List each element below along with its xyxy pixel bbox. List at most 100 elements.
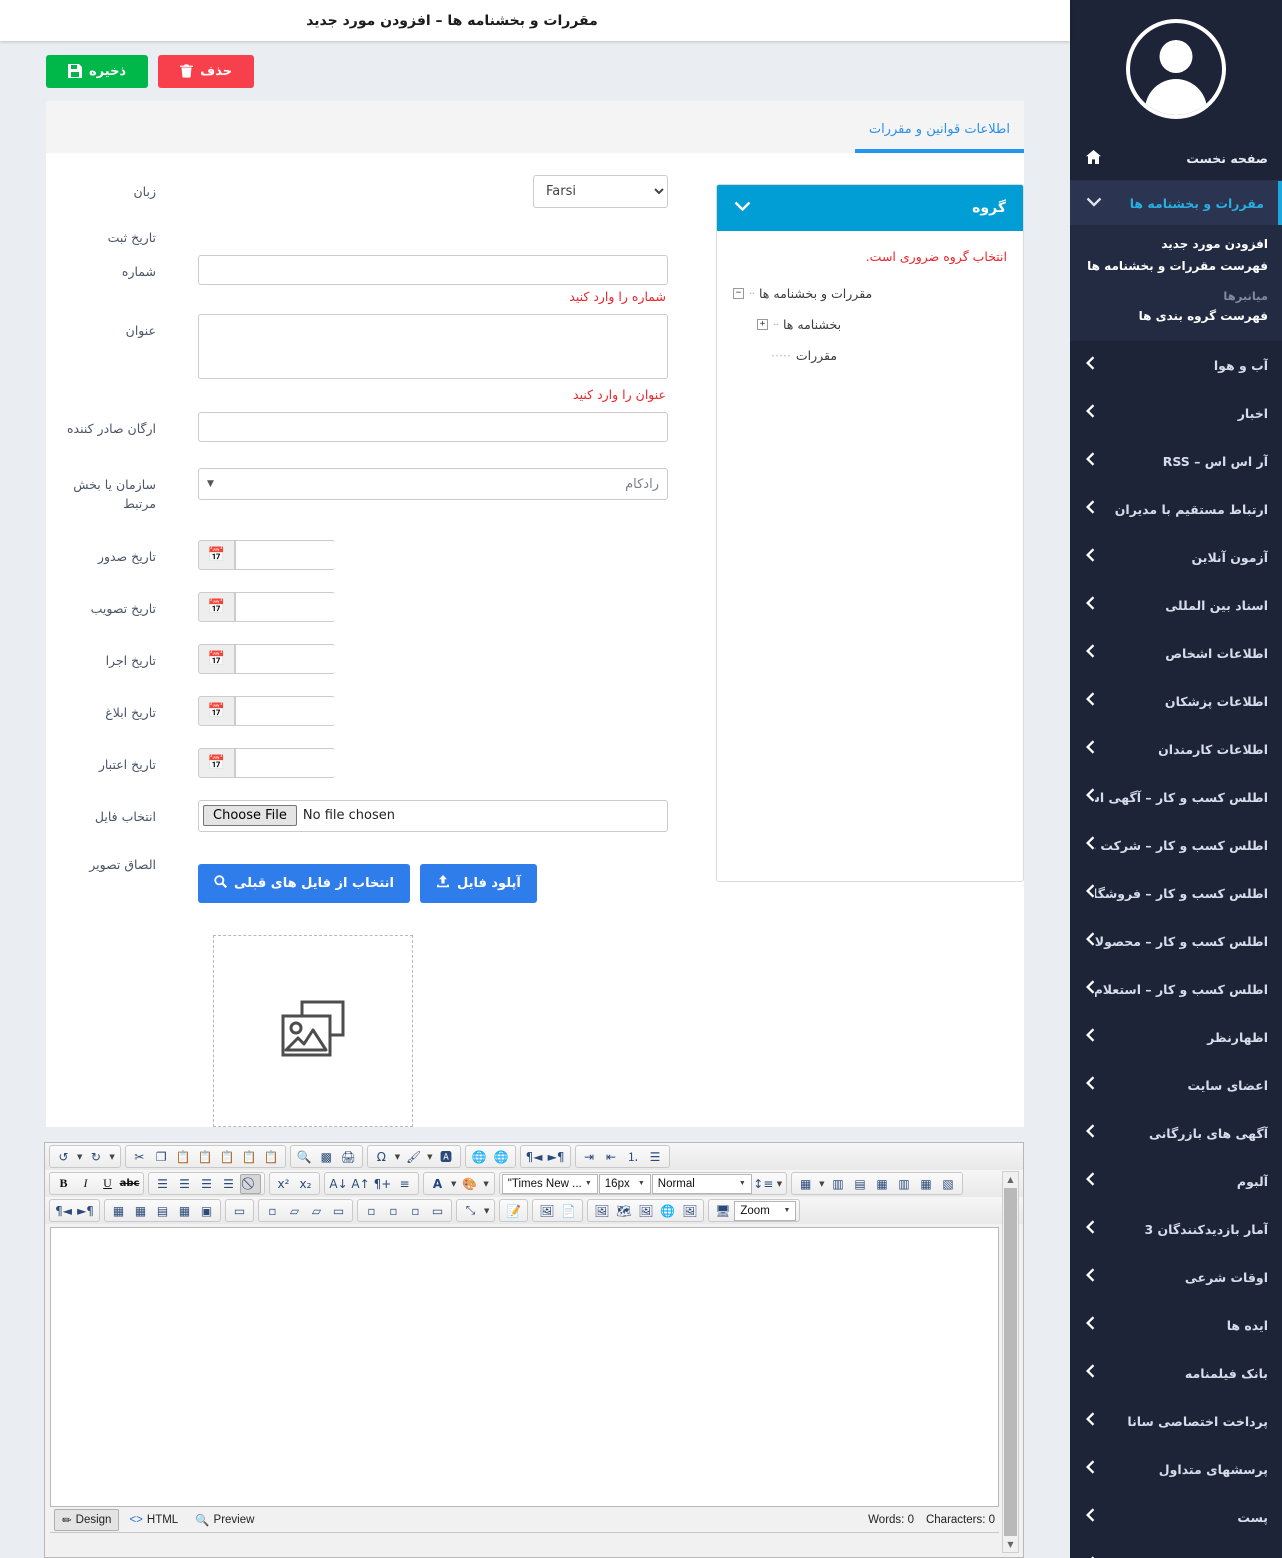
cut-icon[interactable]: ✂: [129, 1147, 150, 1167]
increase-indent-icon[interactable]: ⇥: [579, 1147, 600, 1167]
approve-date-input[interactable]: [235, 591, 335, 622]
paragraph-rtl-icon[interactable]: ¶◄: [53, 1201, 74, 1221]
paste-icon[interactable]: 📋: [173, 1147, 194, 1167]
number-input[interactable]: [198, 255, 668, 285]
tree-node[interactable]: مقررات ·····: [733, 348, 1007, 363]
upload-file-button[interactable]: آپلود فایل: [419, 863, 537, 903]
delete-table-icon[interactable]: ▱: [284, 1201, 305, 1221]
calendar-icon[interactable]: 📅: [198, 539, 235, 570]
sidebar-item-12[interactable]: اطلس کسب و کار – محصولات: [1070, 917, 1282, 965]
calendar-icon[interactable]: 📅: [198, 747, 235, 778]
calendar-icon[interactable]: 📅: [198, 695, 235, 726]
sidebar-item-17[interactable]: آلبوم: [1070, 1157, 1282, 1205]
underline-icon[interactable]: U: [97, 1174, 118, 1194]
scroll-down-icon[interactable]: ▼: [1003, 1537, 1018, 1552]
sidebar-item-4[interactable]: آزمون آنلاین: [1070, 533, 1282, 581]
ltr-direction-icon[interactable]: ►¶: [546, 1147, 567, 1167]
paste-from-word-icon[interactable]: 📋: [195, 1147, 216, 1167]
redo-dropdown-icon[interactable]: ▼: [107, 1153, 116, 1161]
sidebar-item-7[interactable]: اطلاعات پزشکان: [1070, 677, 1282, 725]
insert-flash-icon[interactable]: 🌐: [657, 1201, 678, 1221]
validity-date-input[interactable]: [235, 747, 335, 778]
sidebar-item-25[interactable]: پیام داخلی: [1070, 1541, 1282, 1558]
image-editor-icon[interactable]: 🖼: [635, 1201, 656, 1221]
sidebar-item-22[interactable]: پرداخت اختصاصی سانا: [1070, 1397, 1282, 1445]
pick-previous-files-button[interactable]: انتخاب از فایل های قبلی: [198, 863, 410, 903]
justify-icon[interactable]: ☰: [218, 1174, 239, 1194]
paragraph-mark-icon[interactable]: ¶+: [372, 1174, 393, 1194]
table-header-row-icon[interactable]: ▦: [108, 1201, 129, 1221]
insert-cell-icon[interactable]: ▫: [361, 1201, 382, 1221]
chevron-down-icon[interactable]: [734, 200, 751, 216]
editor-content-area[interactable]: [50, 1227, 999, 1507]
insert-media-icon[interactable]: 🖼: [679, 1201, 700, 1221]
issuer-input[interactable]: [198, 412, 668, 442]
insert-column-right-icon[interactable]: ▦: [916, 1174, 937, 1194]
sidebar-item-18[interactable]: آمار بازدیدکنندگان 3: [1070, 1205, 1282, 1253]
scroll-up-icon[interactable]: ▲: [1003, 1172, 1018, 1187]
table-grid-icon[interactable]: ▦: [130, 1201, 151, 1221]
delete-column-icon[interactable]: ▧: [938, 1174, 959, 1194]
delete-button[interactable]: حذف: [158, 54, 255, 88]
edit-document-icon[interactable]: 📝: [503, 1201, 524, 1221]
tab-preview[interactable]: 🔍 Preview: [188, 1510, 261, 1530]
bulleted-list-icon[interactable]: ☰: [645, 1147, 666, 1167]
exec-date-input[interactable]: [235, 643, 335, 674]
undo-dropdown-icon[interactable]: ▼: [75, 1153, 84, 1161]
paste-word-clean-icon[interactable]: 📋: [217, 1147, 238, 1167]
background-color-icon[interactable]: 🎨: [459, 1174, 480, 1194]
align-center-icon[interactable]: ☰: [174, 1174, 195, 1194]
sidebar-item-14[interactable]: اظهارنظر: [1070, 1013, 1282, 1061]
insert-row-below-icon[interactable]: ▤: [850, 1174, 871, 1194]
resize-dropdown-icon[interactable]: ▼: [482, 1207, 491, 1215]
superscript-icon[interactable]: x²: [273, 1174, 294, 1194]
text-color-dropdown-icon[interactable]: ▼: [449, 1180, 458, 1188]
align-left-icon[interactable]: ☰: [152, 1174, 173, 1194]
language-select[interactable]: Farsi: [533, 175, 668, 208]
sidebar-item-20[interactable]: ایده ها: [1070, 1301, 1282, 1349]
zoom-icon[interactable]: 🖥: [712, 1201, 733, 1221]
table-borders-icon[interactable]: ▦: [174, 1201, 195, 1221]
subscript-icon[interactable]: x₂: [295, 1174, 316, 1194]
insert-row-above-icon[interactable]: ▥: [828, 1174, 849, 1194]
tree-toggle-icon[interactable]: +: [757, 319, 768, 330]
issue-date-input[interactable]: [235, 539, 335, 570]
image-map-icon[interactable]: 🗺: [613, 1201, 634, 1221]
calendar-icon[interactable]: 📅: [198, 643, 235, 674]
symbol-dropdown-icon[interactable]: ▼: [393, 1153, 402, 1161]
sidebar-item-23[interactable]: پرسشهای متداول: [1070, 1445, 1282, 1493]
sidebar-item-13[interactable]: اطلس کسب و کار – استعلام قیمت: [1070, 965, 1282, 1013]
save-button[interactable]: ذخیره: [46, 54, 149, 88]
paste-text-icon[interactable]: 📋: [239, 1147, 260, 1167]
zoom-select[interactable]: Zoom ▼: [734, 1200, 797, 1221]
bg-color-dropdown-icon[interactable]: ▼: [481, 1180, 490, 1188]
paragraph-ltr-icon[interactable]: ►¶: [75, 1201, 96, 1221]
resize-icon[interactable]: ⤡: [460, 1201, 481, 1221]
decrease-font-icon[interactable]: A↓: [328, 1174, 349, 1194]
org-section-select[interactable]: رادکام ▼: [198, 468, 668, 500]
page-break-icon[interactable]: ▭: [229, 1201, 250, 1221]
submenu-item-add-new[interactable]: افزودن مورد جدید: [1084, 233, 1268, 255]
special-character-icon[interactable]: Ω: [371, 1147, 392, 1167]
sidebar-item-11[interactable]: اطلس کسب و کار – فروشگاه: [1070, 869, 1282, 917]
sidebar-item-19[interactable]: اوقات شرعی: [1070, 1253, 1282, 1301]
scrollbar-thumb[interactable]: [1004, 1188, 1017, 1536]
sidebar-item-15[interactable]: اعضای سایت: [1070, 1061, 1282, 1109]
copy-icon[interactable]: ❐: [151, 1147, 172, 1167]
sidebar-item-8[interactable]: اطلاعات کارمندان: [1070, 725, 1282, 773]
sidebar-item-6[interactable]: اطلاعات اشخاص: [1070, 629, 1282, 677]
font-size-select[interactable]: 16px ▼: [598, 1173, 651, 1194]
table-properties-icon[interactable]: ▣: [196, 1201, 217, 1221]
strikethrough-icon[interactable]: abc: [119, 1174, 140, 1194]
title-textarea[interactable]: [198, 314, 668, 379]
choose-file-button[interactable]: Choose File: [203, 805, 297, 827]
remove-link-icon[interactable]: 🌐: [491, 1147, 512, 1167]
delete-cell-icon[interactable]: ▫: [262, 1201, 283, 1221]
numbered-list-icon[interactable]: ⒈: [623, 1147, 644, 1167]
tree-toggle-icon[interactable]: −: [733, 288, 744, 299]
editor-scrollbar[interactable]: ▲ ▼: [1002, 1171, 1019, 1553]
insert-cell-right-icon[interactable]: ▫: [383, 1201, 404, 1221]
sidebar-item-10[interactable]: اطلس کسب و کار – شرکت ها: [1070, 821, 1282, 869]
format-painter-icon[interactable]: 🖌: [403, 1147, 424, 1167]
insert-column-icon[interactable]: ▥: [894, 1174, 915, 1194]
